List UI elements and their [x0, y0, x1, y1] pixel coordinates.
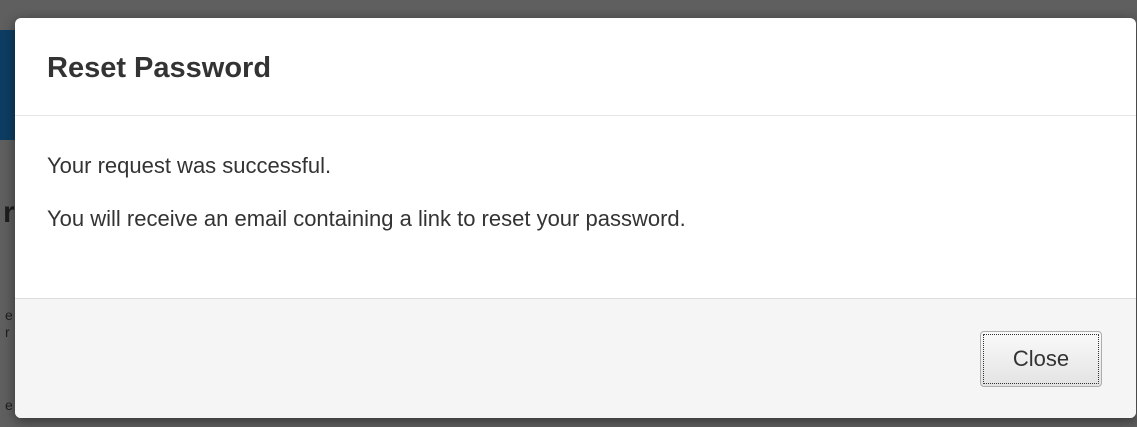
dialog-title: Reset Password — [47, 52, 272, 84]
background-text-fragment: e — [5, 307, 13, 323]
reset-password-dialog: Reset Password Your request was successf… — [15, 18, 1136, 418]
email-info-message: You will receive an email containing a l… — [47, 206, 686, 231]
background-heading-fragment: r — [3, 196, 15, 229]
success-message: Your request was successful. — [47, 153, 332, 178]
background-text-fragment: r — [5, 324, 10, 340]
background-text-fragment: e — [5, 397, 13, 413]
dialog-body: Your request was successful. You will re… — [15, 116, 1136, 298]
dialog-footer: Close — [15, 298, 1136, 418]
dialog-header: Reset Password — [15, 18, 1136, 116]
close-button[interactable]: Close — [980, 331, 1102, 387]
